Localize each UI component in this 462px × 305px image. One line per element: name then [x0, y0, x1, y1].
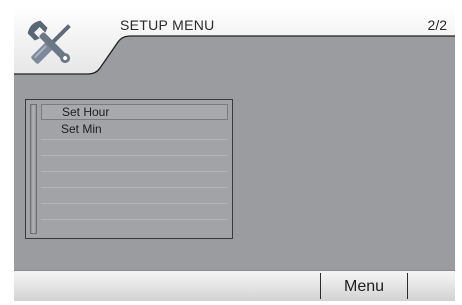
menu-item-set-min[interactable]: Set Min [41, 120, 228, 140]
list-item [41, 188, 228, 204]
menu-item-set-hour[interactable]: Set Hour [41, 104, 228, 120]
menu-list: Set Hour Set Min [41, 104, 228, 234]
scrollbar[interactable] [30, 104, 37, 234]
header-tab [14, 6, 455, 75]
page-title: SETUP MENU [120, 17, 215, 33]
tools-icon [27, 20, 71, 64]
list-item [41, 220, 228, 236]
footer-bar: Menu [14, 270, 455, 301]
menu-button[interactable]: Menu [322, 271, 406, 301]
setup-screen: SETUP MENU 2/2 Set Hour Set Min Menu [14, 6, 455, 301]
footer-divider [320, 273, 321, 299]
list-item [41, 156, 228, 172]
footer-divider [407, 273, 408, 299]
list-item [41, 172, 228, 188]
list-item [41, 204, 228, 220]
list-item [41, 140, 228, 156]
page-indicator: 2/2 [427, 17, 447, 33]
menu-list-panel: Set Hour Set Min [25, 99, 233, 239]
